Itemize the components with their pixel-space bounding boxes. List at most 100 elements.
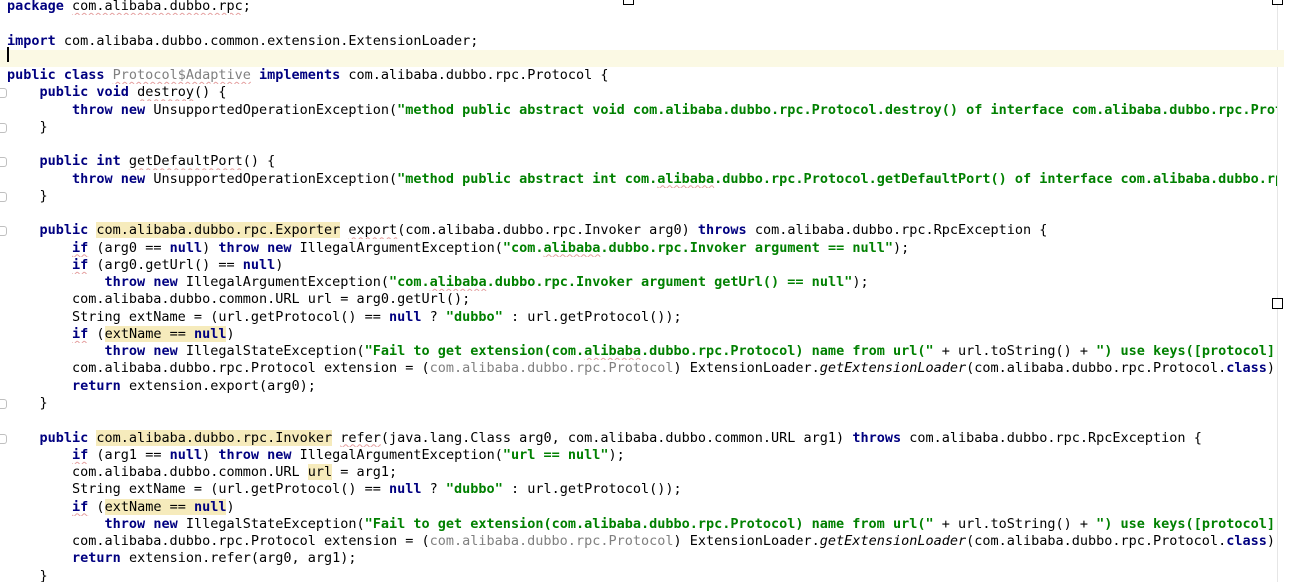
code-line[interactable]: public com.alibaba.dubbo.rpc.Invoker ref… [7,429,1277,447]
fold-marker-icon[interactable] [0,433,7,444]
code-line[interactable]: com.alibaba.dubbo.rpc.Protocol extension… [7,360,1277,377]
right-margin-guide [1277,0,1278,582]
code-line[interactable]: if (arg0.getUrl() == null) [7,257,1277,274]
code-token: com.alibaba.dubbo.common.URL url = arg0.… [7,291,471,308]
code-token: ( [88,325,105,342]
code-token: ).g [1266,360,1277,377]
code-line[interactable]: } [7,119,1277,136]
selection-handle-top-right[interactable] [1272,0,1283,5]
code-token: "dubbo" [445,481,503,498]
code-token: } [7,118,48,135]
code-line[interactable]: package com.alibaba.dubbo.rpc; [7,0,1277,15]
code-token: com.alibaba.dubbo.rpc.Exporter [96,222,341,239]
code-line[interactable] [0,49,1284,67]
code-line[interactable] [7,205,1277,222]
code-token: UnsupportedOperationException( [153,101,398,118]
code-token: class [1226,360,1267,377]
code-line[interactable] [7,136,1277,153]
code-token: public [39,429,97,446]
code-line[interactable]: return extension.refer(arg0, arg1); [7,550,1277,567]
code-line[interactable]: public int getDefaultPort() { [7,153,1277,170]
code-token: "com. [502,239,544,256]
code-token: extName == [104,498,194,515]
code-line[interactable]: String extName = (url.getProtocol() == n… [7,481,1277,498]
code-token: "method public abstract int com. [397,170,658,187]
code-line[interactable]: com.alibaba.dubbo.rpc.Protocol extension… [7,533,1277,550]
code-token: com.alibaba.dubbo.rpc.Protocol [429,533,674,550]
code-line[interactable]: throw new IllegalStateException("Fail to… [7,343,1277,360]
code-line[interactable]: } [7,395,1277,412]
code-line[interactable]: throw new UnsupportedOperationException(… [7,102,1277,119]
code-token: ") use keys([protocol])" [1096,515,1277,532]
fold-marker-icon[interactable] [0,191,7,202]
code-line[interactable]: } [7,568,1277,582]
code-token: com.alibaba.dubbo.rpc.Protocol { [348,67,609,84]
code-token: getExtensionLoader [819,360,967,377]
code-line[interactable]: com.alibaba.dubbo.common.URL url = arg0.… [7,291,1277,308]
selection-handle-mid-right[interactable] [1272,298,1283,309]
code-line[interactable]: throw new IllegalStateException("Fail to… [7,516,1277,533]
code-line[interactable]: com.alibaba.dubbo.common.URL url = arg1; [7,464,1277,481]
code-token: package [7,0,73,14]
code-token: refer [340,429,381,446]
code-line[interactable]: if (arg1 == null) throw new IllegalArgum… [7,447,1277,464]
fold-marker-icon[interactable] [0,398,7,409]
code-line[interactable]: throw new IllegalArgumentException("com.… [7,274,1277,291]
fold-marker-icon[interactable] [0,122,7,133]
fold-marker-icon[interactable] [0,88,7,99]
code-line[interactable]: if (extName == null) [7,498,1277,516]
code-line[interactable]: public class Protocol$Adaptive implement… [7,67,1277,84]
code-token: public [39,222,97,239]
code-token: (com.alibaba.dubbo.rpc.Protocol. [966,533,1227,550]
code-token: ) [226,325,235,342]
code-token: com.alibaba.dubbo.common.extension.Exten… [63,32,479,49]
code-line[interactable]: } [7,188,1277,205]
code-token: ? [421,481,446,498]
code-line[interactable] [7,412,1277,429]
code-line[interactable]: public com.alibaba.dubbo.rpc.Exporter ex… [7,222,1277,239]
code-line[interactable]: if (arg0 == null) throw new IllegalArgum… [7,240,1277,257]
code-token: if [72,239,89,256]
fold-marker-icon[interactable] [0,226,7,237]
code-token: null [193,498,227,515]
code-token: com.alibaba.dubbo.rpc.RpcException { [754,222,1048,239]
code-token: .dubbo.rpc.Protocol) name from url(" [641,343,934,360]
code-line[interactable]: import com.alibaba.dubbo.common.extensio… [7,33,1277,50]
code-token: alibaba [657,170,715,187]
code-line[interactable]: String extName = (url.getProtocol() == n… [7,309,1277,326]
code-line[interactable] [7,15,1277,32]
code-token: "url == null" [502,446,609,463]
code-token: IllegalStateException( [185,343,365,360]
code-token: ) [226,498,235,515]
code-token: : url.getProtocol()); [502,308,682,325]
code-line[interactable]: return extension.export(arg0); [7,378,1277,395]
code-token: () { [193,84,227,101]
code-line[interactable]: public void destroy() { [7,84,1277,101]
code-token: export [348,222,398,239]
code-token: IllegalArgumentException( [299,446,503,463]
code-line[interactable]: throw new UnsupportedOperationException(… [7,171,1277,188]
fold-marker-icon[interactable] [0,157,7,168]
code-token: (com.alibaba.dubbo.rpc.Protocol. [966,360,1227,377]
code-token: ( [88,498,105,515]
code-token: : url.getProtocol()); [502,481,682,498]
code-editor[interactable]: package com.alibaba.dubbo.rpc; import com… [0,0,1292,582]
selection-handle-top-left[interactable] [623,0,634,5]
code-line[interactable]: if (extName == null) [7,325,1277,343]
code-token: } [7,394,48,411]
code-token: ") use keys([protocol])" [1096,343,1277,360]
code-token: null [242,256,276,273]
code-token: throw new [218,239,300,256]
code-token: ; [242,0,251,14]
code-token: extName == [104,325,194,342]
code-token: if [72,325,89,342]
code-token: alibaba [543,239,601,256]
